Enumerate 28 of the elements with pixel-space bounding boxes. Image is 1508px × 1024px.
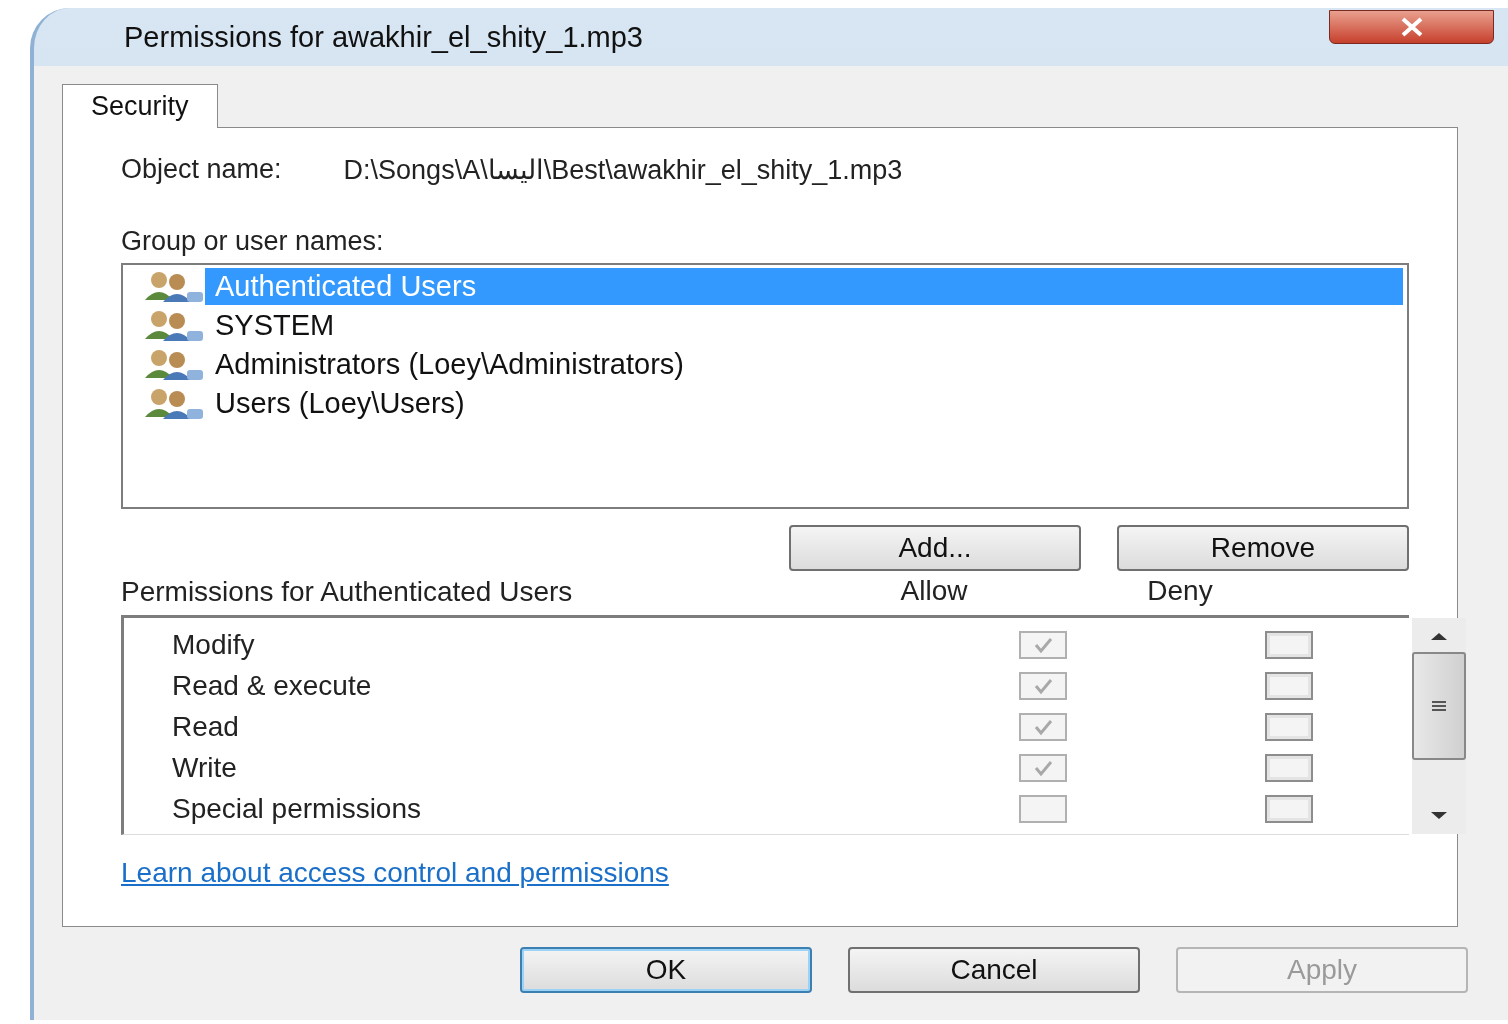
users-icon xyxy=(143,347,205,382)
scrollbar[interactable] xyxy=(1412,618,1466,834)
object-name-label: Object name: xyxy=(121,154,282,186)
users-icon xyxy=(143,308,205,343)
permission-name: Read & execute xyxy=(172,669,373,702)
column-header: Deny xyxy=(1146,575,1214,607)
users-icon xyxy=(143,269,205,304)
permissions-label: Permissions for Authenticated Users xyxy=(121,577,574,607)
users-icon xyxy=(143,386,205,421)
user-list-item[interactable]: SYSTEM xyxy=(205,307,1403,344)
window-title: Permissions for awakhir_el_shity_1.mp3 xyxy=(124,20,643,54)
user-list-item[interactable]: Administrators (Loey\Administrators) xyxy=(205,346,1403,383)
permission-name: Modify xyxy=(172,628,256,661)
object-name-value: D:\Songs\A\اليسا\Best\awakhir_el_shity_1.mp3 xyxy=(343,154,903,186)
dialog-button[interactable]: Remove xyxy=(1117,525,1409,571)
close-button[interactable] xyxy=(1329,10,1494,44)
permission-name: Read xyxy=(172,710,240,743)
scroll-thumb[interactable] xyxy=(1412,652,1466,760)
user-list-item[interactable]: Users (Loey\Users) xyxy=(205,385,1403,422)
dialog-button[interactable]: Cancel xyxy=(848,947,1140,993)
column-header: Allow xyxy=(899,575,969,607)
group-list-label: Group or user names: xyxy=(121,226,385,257)
dialog-button[interactable]: Add... xyxy=(789,525,1081,571)
permission-name: Write xyxy=(172,751,238,784)
help-link[interactable]: Learn about access control and permissions xyxy=(121,857,669,889)
tab[interactable]: Security xyxy=(62,84,218,128)
permission-name: Special permissions xyxy=(172,792,422,825)
dialog-button[interactable]: OK xyxy=(520,947,812,993)
